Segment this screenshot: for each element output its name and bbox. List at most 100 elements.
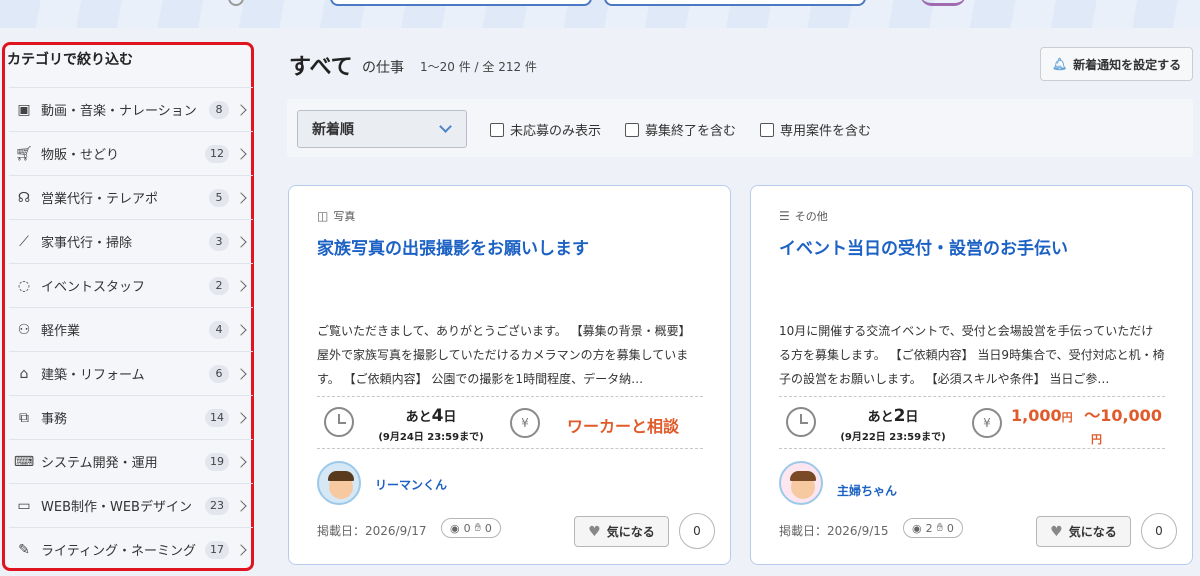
job-category-label: その他 — [794, 210, 828, 223]
camera-icon: ◫ — [317, 209, 329, 223]
unapplied-only-checkbox[interactable]: 未応募のみ表示 — [490, 120, 601, 139]
job-card[interactable]: ☰ その他 イベント当日の受付・設営のお手伝い 10月に開催する交流イベントで、… — [750, 185, 1193, 565]
edit-icon: ✎ — [18, 541, 30, 558]
set-notification-button[interactable]: 🔔︎ 新着通知を設定する — [1040, 47, 1193, 81]
count-badge: 23 — [205, 496, 229, 515]
banner-decoration-icon — [228, 0, 244, 6]
yen-icon: ¥ — [510, 408, 540, 438]
deadline-days: 4 — [431, 406, 444, 426]
sidebar-item-web[interactable]: ▭ WEB制作・WEBデザイン 23 — [9, 483, 253, 527]
sidebar-item-label: 営業代行・テレアポ — [41, 192, 159, 207]
video-icon: ▣ — [17, 101, 31, 118]
page-title: すべて — [289, 55, 353, 80]
avatar[interactable] — [779, 461, 823, 505]
sidebar-item-label: システム開発・運用 — [41, 456, 158, 471]
sidebar-item-label: イベントスタッフ — [41, 280, 146, 295]
category-sidebar: カテゴリで絞り込む ▣ 動画・音楽・ナレーション 8 🛒︎ 物販・せどり 12 … — [2, 42, 254, 571]
deadline-prefix: あと — [405, 410, 432, 425]
checkbox-label: 未応募のみ表示 — [510, 124, 602, 139]
deadline-date: (9月24日 23:59まで) — [378, 432, 484, 443]
checkbox-label: 募集終了を含む — [645, 124, 737, 139]
client-name-link[interactable]: 主婦ちゃん — [837, 482, 897, 499]
price-min: 1,000 — [1011, 406, 1062, 425]
sidebar-item-housework[interactable]: ⟋ 家事代行・掃除 3 — [9, 219, 253, 263]
people-icon: ⚇ — [17, 321, 31, 338]
deadline-date: (9月22日 23:59まで) — [840, 432, 946, 443]
deadline-suffix: 日 — [443, 410, 457, 425]
sidebar-item-label: 軽作業 — [41, 324, 81, 339]
sidebar-item-label: 家事代行・掃除 — [41, 236, 133, 251]
eye-icon: ◉ — [450, 521, 460, 535]
view-count: 0 — [463, 521, 471, 535]
eye-icon: ◉ — [912, 521, 922, 535]
favorite-button[interactable]: ♥ 気になる — [574, 516, 669, 547]
sidebar-title: カテゴリで絞り込む — [7, 52, 133, 68]
office-icon: ⧉ — [19, 409, 29, 426]
banner-field-left[interactable] — [330, 0, 592, 6]
sidebar-item-writing[interactable]: ✎ ライティング・ネーミング 17 — [9, 527, 253, 571]
favorite-label: 気になる — [1068, 525, 1117, 539]
sidebar-item-system-dev[interactable]: ⌨ システム開発・運用 19 — [9, 439, 253, 483]
checkbox-box[interactable] — [625, 122, 639, 137]
job-category-label: 写真 — [333, 210, 356, 223]
laptop-icon: ⌨ — [13, 453, 35, 470]
include-exclusive-checkbox[interactable]: 専用案件を含む — [760, 120, 871, 139]
sidebar-item-retail[interactable]: 🛒︎ 物販・せどり 12 — [9, 131, 253, 175]
list-icon: ☰ — [779, 209, 790, 223]
hand-icon: ✋︎ — [474, 521, 481, 534]
chevron-right-icon — [235, 191, 247, 204]
sidebar-item-label: WEB制作・WEBデザイン — [41, 500, 192, 515]
sidebar-item-label: 建築・リフォーム — [41, 368, 145, 383]
count-badge: 8 — [209, 100, 229, 119]
sidebar-item-video[interactable]: ▣ 動画・音楽・ナレーション 8 — [9, 87, 253, 131]
count-badge: 17 — [205, 540, 229, 559]
bell-icon: 🔔︎ — [1051, 57, 1068, 71]
job-price: 1,000円 〜10,000 円 — [1011, 406, 1162, 450]
sidebar-item-office[interactable]: ⧉ 事務 14 — [9, 395, 253, 439]
alarm-clock-icon — [324, 407, 354, 437]
sidebar-item-label: 物販・せどり — [41, 148, 120, 163]
chevron-right-icon — [235, 147, 247, 160]
count-badge: 4 — [209, 320, 229, 339]
chevron-right-icon — [235, 411, 247, 424]
top-banner — [0, 0, 1200, 28]
include-closed-checkbox[interactable]: 募集終了を含む — [625, 120, 736, 139]
job-title-link[interactable]: イベント当日の受付・設営のお手伝い — [779, 234, 1068, 259]
job-description: ご覧いただきまして、ありがとうございます。 【募集の背景・概要】 屋外で家族写真… — [317, 324, 691, 386]
stats-badge: ◉ 0 ✋︎ 0 — [441, 518, 501, 538]
sort-select[interactable]: 新着順 — [297, 110, 467, 148]
avatar[interactable] — [317, 461, 361, 505]
favorite-button[interactable]: ♥ 気になる — [1036, 516, 1131, 547]
banner-field-right[interactable] — [604, 0, 866, 6]
count-badge: 14 — [205, 408, 229, 427]
sidebar-item-light-work[interactable]: ⚇ 軽作業 4 — [9, 307, 253, 351]
yen-icon: ¥ — [972, 408, 1002, 438]
count-badge: 19 — [205, 452, 229, 471]
sidebar-item-sales[interactable]: ☊ 営業代行・テレアポ 5 — [9, 175, 253, 219]
browser-window-icon: ▭ — [17, 497, 31, 514]
sidebar-item-label: 事務 — [41, 412, 68, 427]
sidebar-item-event-staff[interactable]: ◌ イベントスタッフ 2 — [9, 263, 253, 307]
client-name-link[interactable]: リーマンくん — [375, 476, 447, 493]
chevron-right-icon — [235, 455, 247, 468]
chevron-down-icon — [439, 120, 452, 133]
job-description: 10月に開催する交流イベントで、受付と会場設営を手伝っていただける方を募集します… — [779, 324, 1165, 386]
sidebar-item-label: ライティング・ネーミング — [41, 544, 196, 559]
deadline: あと2日 (9月22日 23:59まで) — [818, 406, 968, 443]
filter-bar: 新着順 未応募のみ表示 募集終了を含む 専用案件を含む — [287, 99, 1193, 157]
chevron-right-icon — [235, 499, 247, 512]
job-title-link[interactable]: 家族写真の出張撮影をお願いします — [317, 234, 589, 259]
view-count: 2 — [925, 521, 933, 535]
heart-icon: ♥ — [588, 523, 601, 540]
notify-button-label: 新着通知を設定する — [1073, 57, 1182, 72]
price-separator: 〜 — [1084, 406, 1101, 425]
chevron-right-icon — [235, 279, 247, 292]
sidebar-item-construction[interactable]: ⌂ 建築・リフォーム 6 — [9, 351, 253, 395]
banner-mascot-icon — [920, 0, 966, 6]
hand-icon: ✋︎ — [936, 521, 943, 534]
price-unit: 円 — [1091, 433, 1102, 446]
job-card[interactable]: ◫ 写真 家族写真の出張撮影をお願いします ご覧いただきまして、ありがとうござい… — [288, 185, 731, 565]
checkbox-box[interactable] — [490, 122, 504, 137]
broom-icon: ⟋ — [19, 233, 29, 250]
checkbox-box[interactable] — [760, 122, 774, 137]
